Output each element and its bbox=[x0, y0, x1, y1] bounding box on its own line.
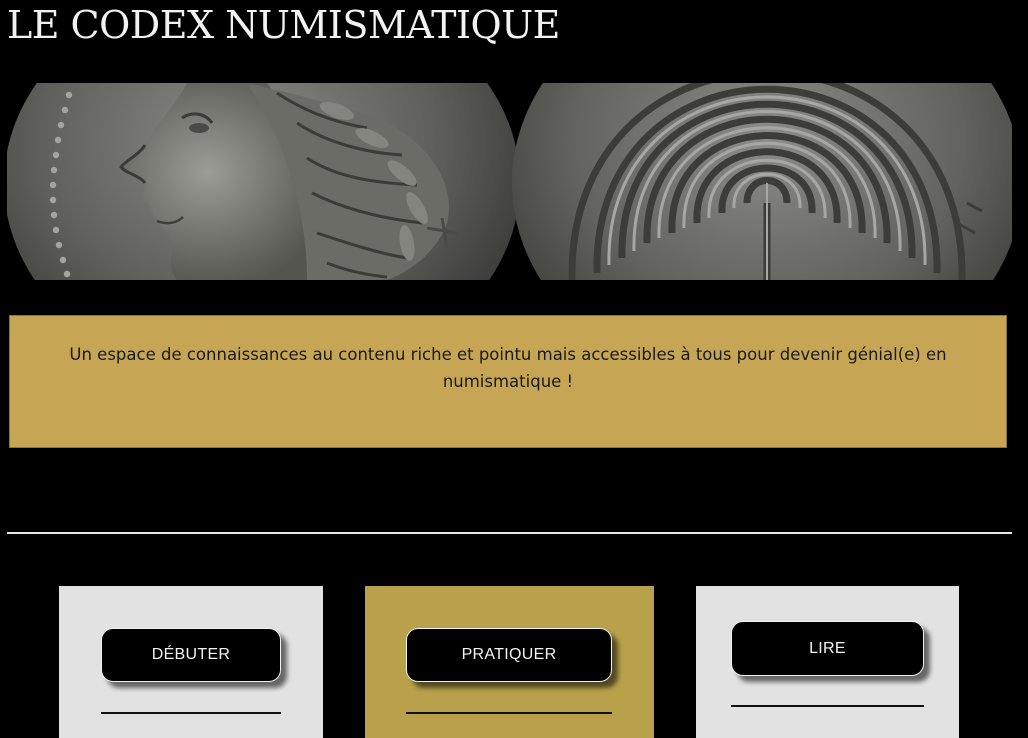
tagline-box: Un espace de connaissances au contenu ri… bbox=[9, 315, 1007, 448]
debuter-button[interactable]: DÉBUTER bbox=[101, 628, 281, 682]
tagline-text: Un espace de connaissances au contenu ri… bbox=[69, 345, 947, 391]
lire-button[interactable]: LIRE bbox=[731, 621, 924, 676]
coin-banner-image bbox=[7, 83, 1012, 280]
coin-banner bbox=[7, 83, 1012, 280]
site-title[interactable]: LE CODEX NUMISMATIQUE bbox=[7, 2, 560, 48]
card-underline bbox=[101, 712, 281, 714]
section-divider bbox=[7, 532, 1012, 534]
card-debuter: DÉBUTER bbox=[59, 586, 323, 738]
card-pratiquer: PRATIQUER bbox=[365, 586, 654, 738]
coin-reverse-icon bbox=[512, 83, 1012, 280]
card-underline bbox=[731, 705, 924, 707]
card-underline bbox=[406, 712, 612, 714]
card-lire: LIRE bbox=[696, 586, 959, 738]
coin-obverse-icon bbox=[7, 83, 520, 280]
pratiquer-button[interactable]: PRATIQUER bbox=[406, 628, 612, 682]
